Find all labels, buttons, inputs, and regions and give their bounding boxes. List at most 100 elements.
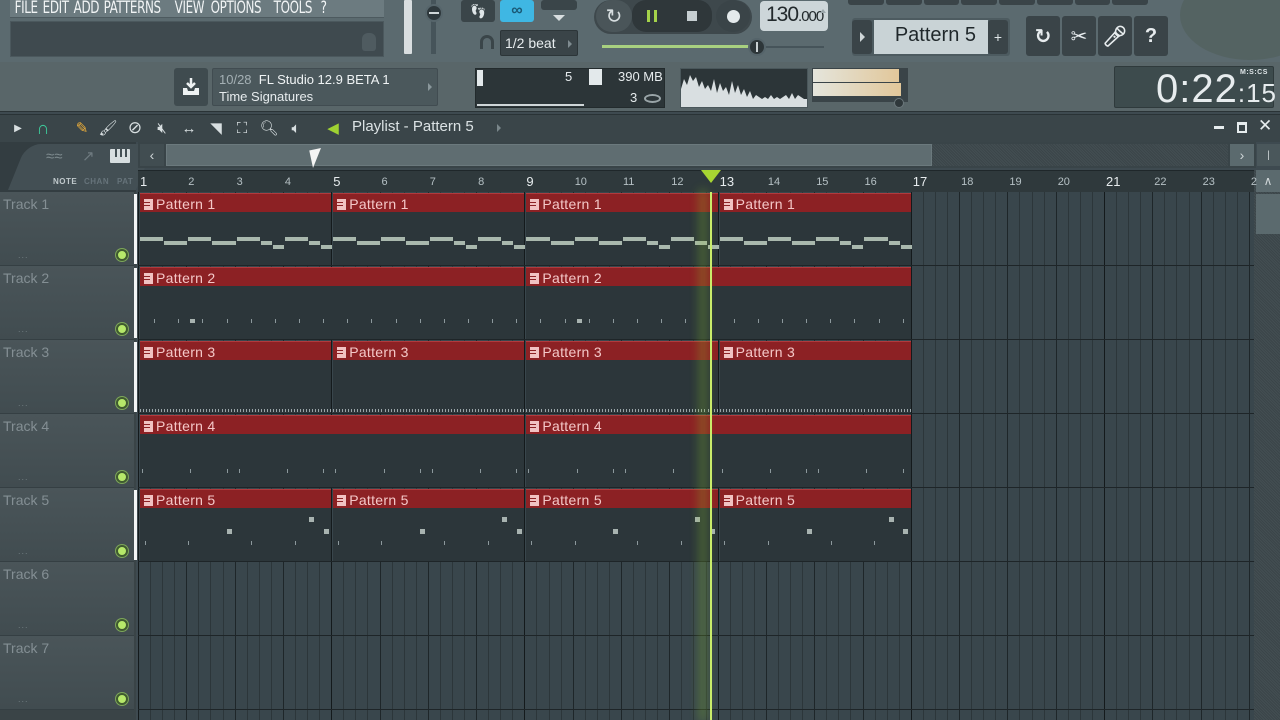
vertical-scroll-thumb[interactable]: [1256, 194, 1280, 234]
ruler-number[interactable]: 3: [237, 176, 243, 188]
record-audio-button[interactable]: 🎤︎: [1098, 16, 1132, 56]
track-grip[interactable]: [134, 194, 137, 264]
track-options-icon[interactable]: ...: [18, 324, 29, 334]
track-options-icon[interactable]: ...: [18, 472, 29, 482]
ruler-number[interactable]: 11: [623, 176, 634, 188]
menu-patterns[interactable]: PATTERNS: [99, 0, 165, 17]
track-enable-led[interactable]: [116, 545, 128, 557]
ruler-number[interactable]: 14: [768, 176, 780, 188]
tempo-display[interactable]: 130.000: [760, 1, 828, 31]
timeline-ruler[interactable]: [138, 170, 1254, 192]
mute-tool-button[interactable]: 🔇︎: [152, 118, 172, 138]
magnet-snap-button[interactable]: ∩: [33, 118, 53, 138]
pattern-clip[interactable]: Pattern 2: [526, 267, 911, 339]
horizontal-scroll-thumb[interactable]: [166, 144, 932, 166]
track-grip[interactable]: [134, 490, 137, 560]
master-volume-slider[interactable]: [404, 0, 412, 54]
cut-button[interactable]: ✂: [1062, 16, 1096, 56]
close-icon[interactable]: ✕: [1258, 116, 1272, 136]
clip-header[interactable]: Pattern 5: [333, 489, 525, 508]
ruler-number[interactable]: 4: [285, 176, 291, 188]
pattern-clip[interactable]: Pattern 5: [719, 489, 911, 561]
automation-link-icon[interactable]: ↗: [82, 147, 95, 165]
delete-tool-button[interactable]: ⊘: [125, 118, 145, 138]
track-header[interactable]: Track 5...: [0, 488, 134, 562]
snap-dropdown-arrow-icon[interactable]: [553, 15, 565, 21]
ruler-number[interactable]: 17: [913, 174, 927, 189]
track-name[interactable]: Track 1: [3, 196, 49, 212]
oscilloscope[interactable]: [680, 68, 808, 108]
piano-pattern-icon[interactable]: [110, 149, 130, 163]
pause-button[interactable]: [632, 0, 672, 32]
pattern-clip[interactable]: Pattern 4: [140, 415, 525, 487]
clip-header[interactable]: Pattern 3: [526, 341, 718, 360]
zoom-handle[interactable]: |: [1257, 144, 1280, 166]
track-name[interactable]: Track 2: [3, 270, 49, 286]
track-header[interactable]: Track 1...: [0, 192, 134, 266]
clip-header[interactable]: Pattern 1: [333, 193, 525, 212]
pattern-clip[interactable]: Pattern 1: [719, 193, 912, 265]
tempo-spin-icon[interactable]: [820, 9, 826, 13]
track-enable-led[interactable]: [116, 471, 128, 483]
clip-header[interactable]: Pattern 1: [140, 193, 332, 212]
master-pitch-slider-handle[interactable]: [425, 4, 443, 22]
track-enable-led[interactable]: [116, 249, 128, 261]
clip-header[interactable]: Pattern 4: [526, 415, 911, 434]
track-row[interactable]: [138, 562, 1254, 636]
pattern-clip[interactable]: Pattern 2: [140, 267, 525, 339]
zoom-tool-button[interactable]: 🔍︎: [259, 118, 279, 138]
track-options-icon[interactable]: ...: [18, 620, 29, 630]
ruler-number[interactable]: 1: [140, 174, 147, 189]
ruler-number[interactable]: 20: [1058, 176, 1070, 188]
pattern-menu-button[interactable]: [852, 20, 872, 54]
playlist-grid[interactable]: Pattern 1 Pattern 1 Pattern 1 Pattern 1 Patt…: [138, 192, 1254, 720]
draw-tool-button[interactable]: ✎: [72, 118, 92, 138]
track-enable-led[interactable]: [116, 619, 128, 631]
link-button[interactable]: ∞: [500, 0, 534, 22]
ruler-number[interactable]: 10: [575, 176, 587, 188]
clip-header[interactable]: Pattern 1: [526, 193, 718, 212]
master-knob-icon[interactable]: [894, 98, 904, 108]
ruler-number[interactable]: 16: [865, 176, 877, 188]
horizontal-scroll-track[interactable]: [932, 144, 1228, 166]
tab-pat[interactable]: PAT: [117, 177, 133, 186]
track-options-icon[interactable]: ...: [18, 398, 29, 408]
minimize-icon[interactable]: [1214, 126, 1224, 129]
ruler-number[interactable]: 22: [1154, 176, 1166, 188]
pattern-clip[interactable]: Pattern 5: [140, 489, 332, 561]
ruler-number[interactable]: 12: [671, 176, 683, 188]
track-header[interactable]: Track 6...: [0, 562, 134, 636]
track-name[interactable]: Track 5: [3, 492, 49, 508]
track-grip[interactable]: [134, 268, 137, 338]
pattern-song-toggle[interactable]: ↻: [596, 0, 632, 32]
track-name[interactable]: Track 7: [3, 640, 49, 656]
playlist-title-arrow-icon[interactable]: [497, 124, 501, 132]
news-next-icon[interactable]: [428, 83, 432, 91]
clip-header[interactable]: Pattern 5: [719, 489, 911, 508]
menu-options[interactable]: OPTIONS: [206, 0, 266, 17]
menu-view[interactable]: VIEW: [170, 0, 209, 17]
scroll-up-button[interactable]: ∧: [1256, 170, 1280, 192]
pattern-clip[interactable]: Pattern 1: [526, 193, 719, 265]
track-header[interactable]: Track 7...: [0, 636, 134, 710]
track-name[interactable]: Track 6: [3, 566, 49, 582]
news-panel[interactable]: 10/28 FL Studio 12.9 BETA 1 Time Signatu…: [212, 68, 438, 106]
track-header[interactable]: Track 3...: [0, 340, 134, 414]
track-options-icon[interactable]: ...: [18, 546, 29, 556]
pattern-clip[interactable]: Pattern 5: [333, 489, 525, 561]
slice-tool-button[interactable]: ◥: [206, 118, 226, 138]
download-news-button[interactable]: [174, 68, 208, 106]
track-options-icon[interactable]: ...: [18, 694, 29, 704]
vertical-scrollbar[interactable]: [1254, 170, 1280, 720]
clip-header[interactable]: Pattern 4: [140, 415, 525, 434]
tab-note[interactable]: NOTE: [53, 177, 77, 186]
step-edit-button[interactable]: 👣︎: [461, 0, 495, 22]
ruler-number[interactable]: 2: [1251, 176, 1257, 188]
track-header[interactable]: Track 4...: [0, 414, 134, 488]
pattern-selector[interactable]: Pattern 5: [874, 20, 988, 54]
stop-button[interactable]: [672, 0, 712, 32]
playlist-menu-button[interactable]: ▶: [8, 118, 28, 138]
ruler-number[interactable]: 9: [526, 174, 533, 189]
playback-tool-button[interactable]: 🔈︎: [286, 118, 306, 138]
pattern-clip[interactable]: Pattern 1: [140, 193, 333, 265]
